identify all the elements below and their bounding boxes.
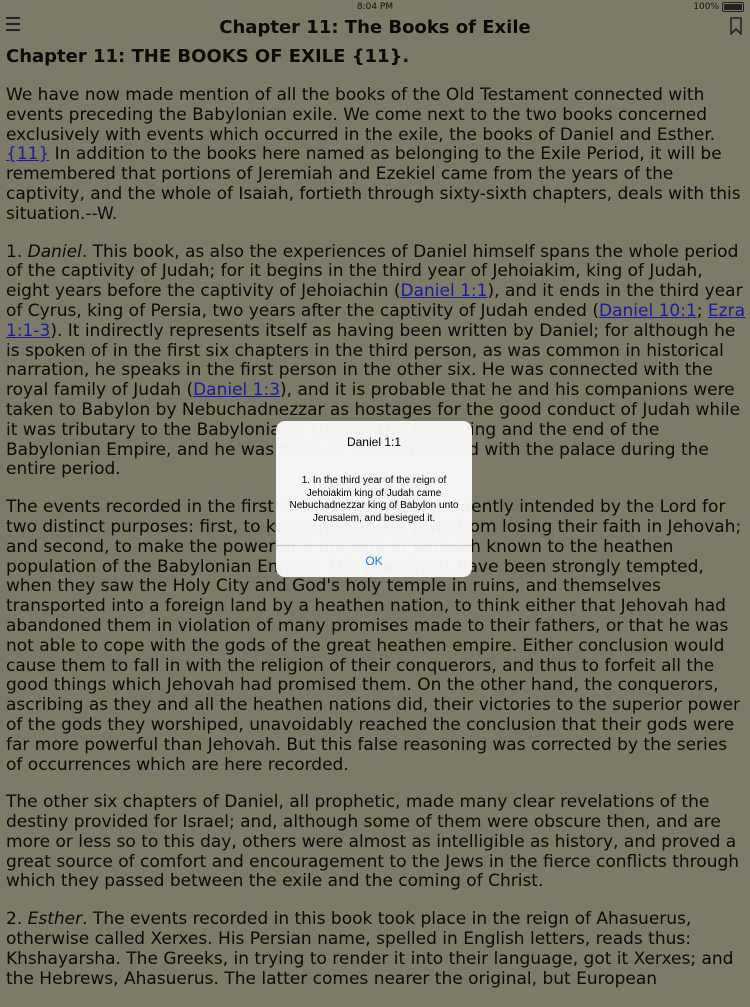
ok-button[interactable]: OK	[276, 545, 472, 577]
verse-alert-dialog: Daniel 1:1 1. In the third year of the r…	[276, 421, 472, 577]
alert-message: 1. In the third year of the reign of Jeh…	[289, 475, 459, 524]
alert-title: Daniel 1:1	[346, 435, 402, 449]
